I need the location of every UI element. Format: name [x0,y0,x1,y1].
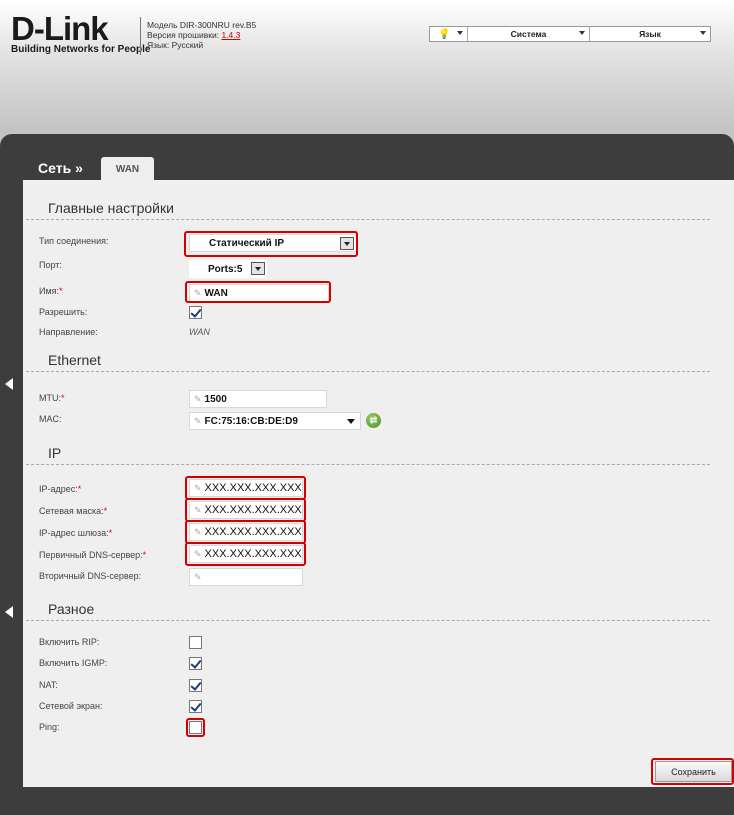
ip-label: IP-адрес:* [39,484,82,494]
mtu-input[interactable]: ✎ 1500 [189,390,327,408]
pencil-icon: ✎ [194,504,202,515]
save-button[interactable]: Сохранить [655,761,732,782]
pencil-icon: ✎ [194,415,202,426]
conn-type-value: Статический IP [209,237,285,249]
firmware-label: Версия прошивки: [147,30,220,40]
header-divider [140,17,141,55]
enable-checkbox[interactable] [189,306,202,319]
pencil-icon: ✎ [194,287,202,298]
lightbulb-icon: 💡 [438,28,451,40]
name-label: Имя:* [39,286,63,296]
enable-label: Разрешить: [39,307,88,317]
section-ethernet: Ethernet [26,352,710,372]
section-misc: Разное [26,601,710,621]
tab-wan[interactable]: WAN [101,157,154,181]
conn-type-select[interactable]: Статический IP [189,234,357,252]
device-info: Модель DIR-300NRU rev.B5 Версия прошивки… [147,20,256,50]
ping-checkbox[interactable] [189,721,202,734]
conn-type-label: Тип соединения: [39,236,109,246]
language-line: Язык: Русский [147,40,204,50]
section-title: Главные настройки [48,200,174,216]
firmware-line: Версия прошивки: 1.4.3 [147,30,256,40]
chevron-left-icon[interactable] [5,378,13,390]
mac-select[interactable]: ✎ FC:75:16:CB:DE:D9 [189,412,361,430]
section-title: IP [48,445,62,461]
language-menu-label: Язык [639,29,661,39]
pencil-icon: ✎ [194,571,202,582]
section-main-settings: Главные настройки [26,200,710,220]
system-menu[interactable]: Система [468,27,590,41]
mask-label: Сетевая маска:* [39,506,108,516]
chevron-left-icon[interactable] [5,606,13,618]
ip-input[interactable]: ✎ XXX.XXX.XXX.XXX [189,479,303,497]
dns2-input[interactable]: ✎ [189,568,303,586]
mtu-label: MTU:* [39,393,65,403]
mask-input[interactable]: ✎ XXX.XXX.XXX.XXX [189,501,303,519]
name-input[interactable]: ✎ WAN [189,284,329,302]
firewall-checkbox[interactable] [189,700,202,713]
firmware-value[interactable]: 1.4.3 [221,30,240,40]
pencil-icon: ✎ [194,548,202,559]
breadcrumb-section[interactable]: Сеть » [38,160,83,176]
pencil-icon: ✎ [194,393,202,404]
chevron-down-icon [251,262,265,275]
section-title: Ethernet [48,352,101,368]
chevron-down-icon [700,31,706,35]
nat-label: NAT: [39,680,58,690]
chevron-down-icon [347,419,355,424]
firewall-label: Сетевой экран: [39,701,103,711]
name-value: WAN [204,287,228,299]
system-menu-label: Система [510,29,547,39]
refresh-icon[interactable]: ⇄ [366,413,381,428]
chevron-down-icon [340,237,354,250]
model-line: Модель DIR-300NRU rev.B5 [147,20,257,30]
chevron-down-icon [457,31,463,35]
lightbulb-menu[interactable]: 💡 [430,27,468,41]
pencil-icon: ✎ [194,526,202,537]
mtu-value: 1500 [204,393,227,405]
nat-checkbox[interactable] [189,679,202,692]
gateway-label: IP-адрес шлюза:* [39,528,113,538]
dns1-value: XXX.XXX.XXX.XXX [204,548,302,560]
direction-value: WAN [189,327,210,337]
rip-label: Включить RIP: [39,637,100,647]
port-select[interactable]: Ports:5 [189,260,267,278]
content-area [23,180,734,787]
language-menu[interactable]: Язык [590,27,710,41]
logo-main-text: D-Link [11,10,109,47]
ip-value: XXX.XXX.XXX.XXX [204,482,302,494]
ping-label: Ping: [39,722,60,732]
dns2-label: Вторичный DNS-сервер: [39,571,142,581]
port-label: Порт: [39,260,62,270]
section-title: Разное [48,601,95,617]
mac-value: FC:75:16:CB:DE:D9 [204,415,298,427]
direction-label: Направление: [39,327,98,337]
mask-value: XXX.XXX.XXX.XXX [204,504,302,516]
igmp-label: Включить IGMP: [39,658,108,668]
logo-tagline: Building Networks for People [11,44,151,55]
gateway-input[interactable]: ✎ XXX.XXX.XXX.XXX [189,523,303,541]
pencil-icon: ✎ [194,482,202,493]
mac-label: MAC: [39,414,62,424]
dlink-logo: D-Link Building Networks for People [11,10,151,56]
rip-checkbox[interactable] [189,636,202,649]
section-ip: IP [26,445,710,465]
port-value: Ports:5 [208,263,243,275]
gateway-value: XXX.XXX.XXX.XXX [204,526,302,538]
dns1-input[interactable]: ✎ XXX.XXX.XXX.XXX [189,545,303,563]
dns1-label: Первичный DNS-сервер:* [39,550,147,560]
top-menu-bar: 💡 Система Язык [429,26,711,42]
igmp-checkbox[interactable] [189,657,202,670]
chevron-down-icon [579,31,585,35]
